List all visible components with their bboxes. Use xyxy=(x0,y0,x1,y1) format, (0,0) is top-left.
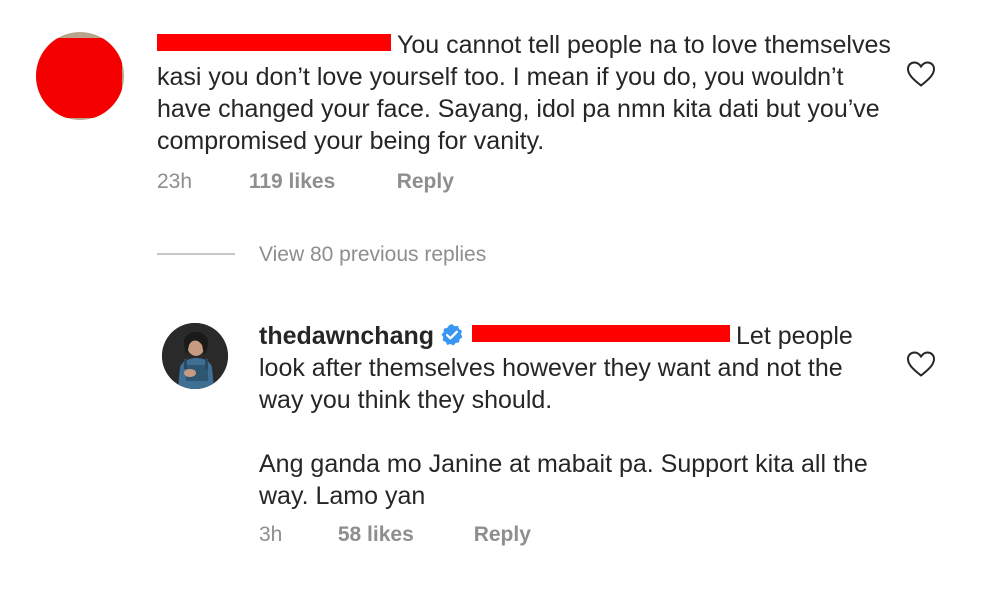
like-heart-icon[interactable] xyxy=(906,350,936,378)
mention-redaction[interactable] xyxy=(472,325,731,342)
view-previous-replies-button[interactable]: View 80 previous replies xyxy=(157,243,486,267)
profile-photo-icon xyxy=(162,323,228,389)
replies-divider xyxy=(157,253,235,255)
reply-button[interactable]: Reply xyxy=(474,523,531,547)
comment-meta: 23h 119 likes Reply xyxy=(157,170,454,194)
username-redaction[interactable] xyxy=(157,34,391,51)
view-replies-label: View 80 previous replies xyxy=(259,243,487,266)
like-heart-icon[interactable] xyxy=(906,60,936,88)
verified-badge-icon xyxy=(441,324,463,346)
comment-time: 23h xyxy=(157,170,193,193)
reply-username[interactable]: thedawnchang xyxy=(259,322,434,350)
reply-avatar[interactable] xyxy=(162,323,228,389)
reply-likes[interactable]: 58 likes xyxy=(338,523,468,547)
comment-likes[interactable]: 119 likes xyxy=(249,170,391,194)
reply-body: thedawnchang Let people look after thems… xyxy=(259,320,889,512)
comment-body: You cannot tell people na to love themse… xyxy=(157,29,897,157)
reply-time: 3h xyxy=(259,523,283,546)
avatar-redaction xyxy=(36,38,122,118)
reply-meta: 3h 58 likes Reply xyxy=(259,523,531,547)
reply-text-part2: Ang ganda mo Janine at mabait pa. Suppor… xyxy=(259,450,868,510)
commenter-avatar[interactable] xyxy=(36,32,124,120)
reply-button[interactable]: Reply xyxy=(397,170,454,194)
comment-thread: You cannot tell people na to love themse… xyxy=(0,0,1000,595)
